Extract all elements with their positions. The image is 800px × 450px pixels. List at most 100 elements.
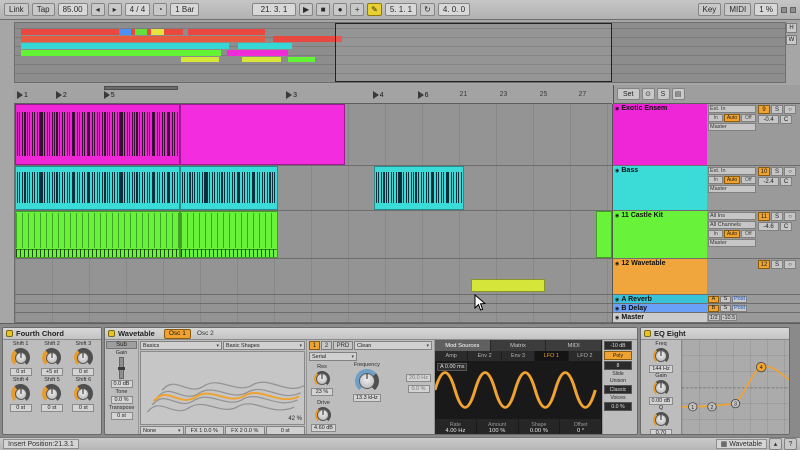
track-activator-button[interactable]: 11 xyxy=(758,212,770,221)
shift-knob-4[interactable]: Shift 40 st xyxy=(5,377,36,412)
track-activator-button[interactable]: A xyxy=(708,296,719,303)
lfo-param-rate[interactable]: Rate4.00 Hz xyxy=(435,419,477,435)
eq-eight-title-bar[interactable]: EQ Eight xyxy=(641,328,789,340)
fit-width-button[interactable]: W xyxy=(786,35,797,45)
overview-clip[interactable] xyxy=(238,43,292,49)
midi-map-button[interactable]: MIDI xyxy=(724,3,751,16)
sends-section-toggle[interactable]: S xyxy=(657,88,670,100)
track-name[interactable]: ◉A Reverb xyxy=(613,295,707,303)
knob-dial[interactable] xyxy=(314,371,330,387)
mod-tab-midi[interactable]: MIDI xyxy=(546,340,602,351)
monitor-off-button[interactable]: Off xyxy=(741,230,756,238)
eq-q-knob[interactable]: Q0.70 xyxy=(650,405,672,435)
knob-dial[interactable] xyxy=(355,369,379,393)
unison-amount-value[interactable]: 0.0 % xyxy=(604,402,632,411)
draw-mode-button[interactable]: ✎ xyxy=(367,3,382,16)
solo-button[interactable]: S xyxy=(771,260,783,269)
filter-frequency-knob[interactable]: Frequency 13.3 kHz xyxy=(353,362,381,402)
metronome-button[interactable]: ◔ xyxy=(153,3,167,16)
filter-circuit-chooser[interactable]: Clean ▾ xyxy=(354,341,432,350)
volume-field[interactable]: -2.4 xyxy=(758,177,779,186)
clip[interactable] xyxy=(471,279,545,292)
tab-osc-2[interactable]: Osc 2 xyxy=(192,329,219,339)
mixer-section-toggle[interactable]: ▤ xyxy=(672,88,685,100)
track-lane-5[interactable] xyxy=(15,295,612,304)
pan-field[interactable]: C xyxy=(780,222,792,231)
mod-source-tab-lfo-1[interactable]: LFO 1 xyxy=(535,351,568,361)
io-section-toggle[interactable]: ⊙ xyxy=(642,88,655,100)
cue-output[interactable]: 1/2 xyxy=(708,314,720,321)
knob-dial[interactable] xyxy=(11,384,30,403)
filter-slope-chooser[interactable]: PRD xyxy=(333,341,353,350)
input-chooser[interactable]: All Ins xyxy=(708,212,756,220)
device-on-toggle[interactable] xyxy=(108,330,115,337)
monitor-off-button[interactable]: Off xyxy=(741,176,756,184)
track-name[interactable]: ◉11 Castle Kit xyxy=(613,211,707,258)
fourth-chord-title-bar[interactable]: Fourth Chord xyxy=(3,328,101,340)
overview-clip[interactable] xyxy=(181,57,220,62)
monitor-in-button[interactable]: In xyxy=(708,230,723,238)
lfo-param-amount[interactable]: Amount100 % xyxy=(477,419,519,435)
unison-mode-chooser[interactable]: Classic xyxy=(604,385,632,394)
shift-knob-6[interactable]: Shift 60 st xyxy=(68,377,99,412)
semi-value[interactable]: 0 st xyxy=(266,426,306,435)
shift-knob-2[interactable]: Shift 2+5 st xyxy=(36,341,67,376)
overview-clip[interactable] xyxy=(151,29,163,35)
sub-gain-slider[interactable] xyxy=(119,357,124,379)
sub-gain-value[interactable]: 0.0 dB xyxy=(111,380,133,388)
knob-dial[interactable] xyxy=(42,348,61,367)
knob-dial[interactable] xyxy=(653,348,669,364)
monitor-in-button[interactable]: In xyxy=(708,176,723,184)
lfo-display[interactable]: A 0.00 ms xyxy=(435,361,602,419)
voice-count-value[interactable]: 8 xyxy=(604,361,632,370)
track-lane-2[interactable] xyxy=(15,166,612,211)
eq-freq-knob[interactable]: Freq144 Hz xyxy=(649,341,672,373)
track-lane-6[interactable] xyxy=(15,304,612,313)
track-header-1[interactable]: ◉Exotic EnsemExt. InInAutoOffMaster9S○-0… xyxy=(613,104,800,166)
wavetable-category-chooser[interactable]: Basics ▾ xyxy=(140,341,222,350)
poly-mode-button[interactable]: Poly xyxy=(604,351,632,360)
output-chooser[interactable]: Master xyxy=(708,239,756,247)
loop-length-field[interactable]: 4. 0. 0 xyxy=(438,3,470,16)
volume-field[interactable]: -10.5 xyxy=(721,314,738,321)
clip[interactable] xyxy=(15,211,180,258)
overview-clip[interactable] xyxy=(188,29,265,35)
clip[interactable] xyxy=(596,211,612,258)
solo-button[interactable]: S xyxy=(720,305,731,312)
locator-4[interactable]: 4 xyxy=(373,90,384,100)
track-name[interactable]: ◉Exotic Ensem xyxy=(613,104,707,165)
solo-button[interactable]: S xyxy=(771,105,783,114)
track-name[interactable]: ◉Bass xyxy=(613,166,707,210)
clip[interactable] xyxy=(15,104,180,165)
overview-clip[interactable] xyxy=(135,29,147,35)
quantize-menu[interactable]: 1 Bar xyxy=(170,3,199,16)
lfo-attack-value[interactable]: A 0.00 ms xyxy=(437,363,467,371)
solo-button[interactable]: S xyxy=(771,212,783,221)
knob-dial[interactable] xyxy=(42,384,61,403)
arm-button[interactable]: ○ xyxy=(784,212,796,221)
clip[interactable] xyxy=(374,166,464,210)
filter2-frequency-value[interactable]: 20.0 Hz xyxy=(406,374,431,382)
track-header-3[interactable]: ◉11 Castle KitAll InsAll ChannelsInAutoO… xyxy=(613,211,800,259)
track-activator-button[interactable]: 9 xyxy=(758,105,770,114)
transpose-value[interactable]: 0 st xyxy=(111,412,133,420)
arm-button[interactable]: ○ xyxy=(784,105,796,114)
track-header-4[interactable]: ◉12 Wavetable12S○ xyxy=(613,259,800,295)
track-name[interactable]: ◉B Delay xyxy=(613,304,707,312)
arm-button[interactable]: ○ xyxy=(784,260,796,269)
input-chooser[interactable]: Ext. In xyxy=(708,105,756,113)
knob-dial[interactable] xyxy=(315,407,331,423)
arm-button[interactable]: ○ xyxy=(784,167,796,176)
send-mode-button[interactable]: Post xyxy=(732,296,747,303)
monitor-in-button[interactable]: In xyxy=(708,114,723,122)
output-chooser[interactable]: Master xyxy=(708,123,756,131)
show-hide-device-view-button[interactable]: ▴ xyxy=(769,438,782,450)
wavetable-title-bar[interactable]: Wavetable Osc 1Osc 2 xyxy=(105,328,637,340)
overview-clip[interactable] xyxy=(227,50,289,56)
overdub-button[interactable]: + xyxy=(350,3,364,16)
loop-button[interactable]: ↻ xyxy=(420,3,435,16)
knob-dial[interactable] xyxy=(11,348,30,367)
track-header-7[interactable]: ◉Master1/2-10.5 xyxy=(613,313,800,323)
overview-clip[interactable] xyxy=(273,36,342,42)
loop-brace[interactable] xyxy=(104,86,179,90)
